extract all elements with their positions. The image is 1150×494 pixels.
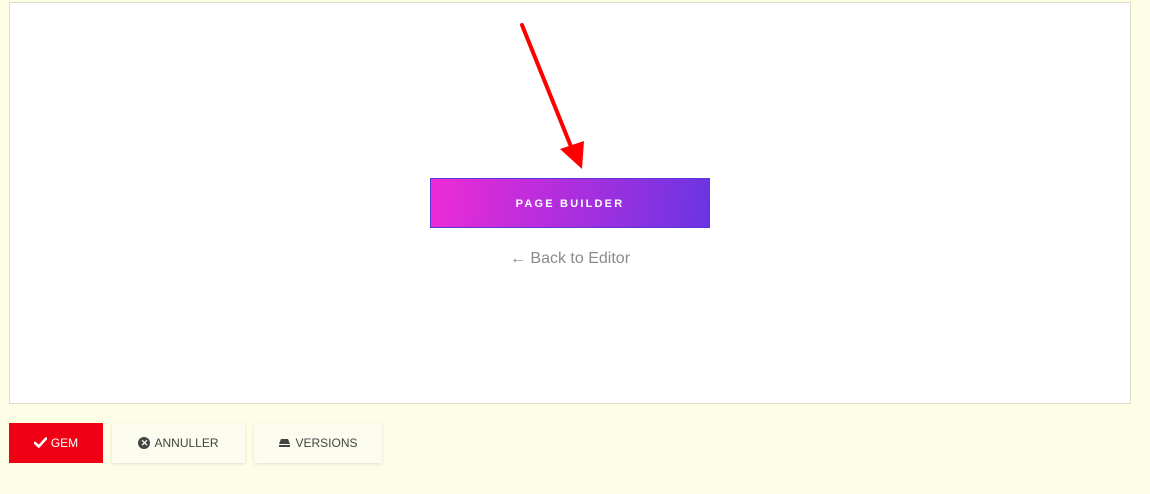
cancel-button-label: ANNULLER [154, 436, 219, 450]
action-toolbar: GEM ✕ ANNULLER VERSIONS [9, 423, 382, 463]
check-icon [33, 436, 48, 450]
save-button[interactable]: GEM [9, 423, 103, 463]
versions-button-label: VERSIONS [295, 436, 358, 450]
annotation-arrow-icon [520, 23, 584, 169]
back-to-editor-link[interactable]: ← Back to Editor [430, 250, 710, 268]
page-builder-button[interactable]: PAGE BUILDER [430, 178, 710, 228]
editor-panel: PAGE BUILDER ← Back to Editor [9, 2, 1131, 404]
save-button-label: GEM [50, 436, 79, 450]
versions-button[interactable]: VERSIONS [254, 423, 382, 463]
layers-icon [278, 437, 291, 450]
circle-x-icon: ✕ [138, 437, 151, 449]
cancel-button[interactable]: ✕ ANNULLER [112, 423, 245, 463]
